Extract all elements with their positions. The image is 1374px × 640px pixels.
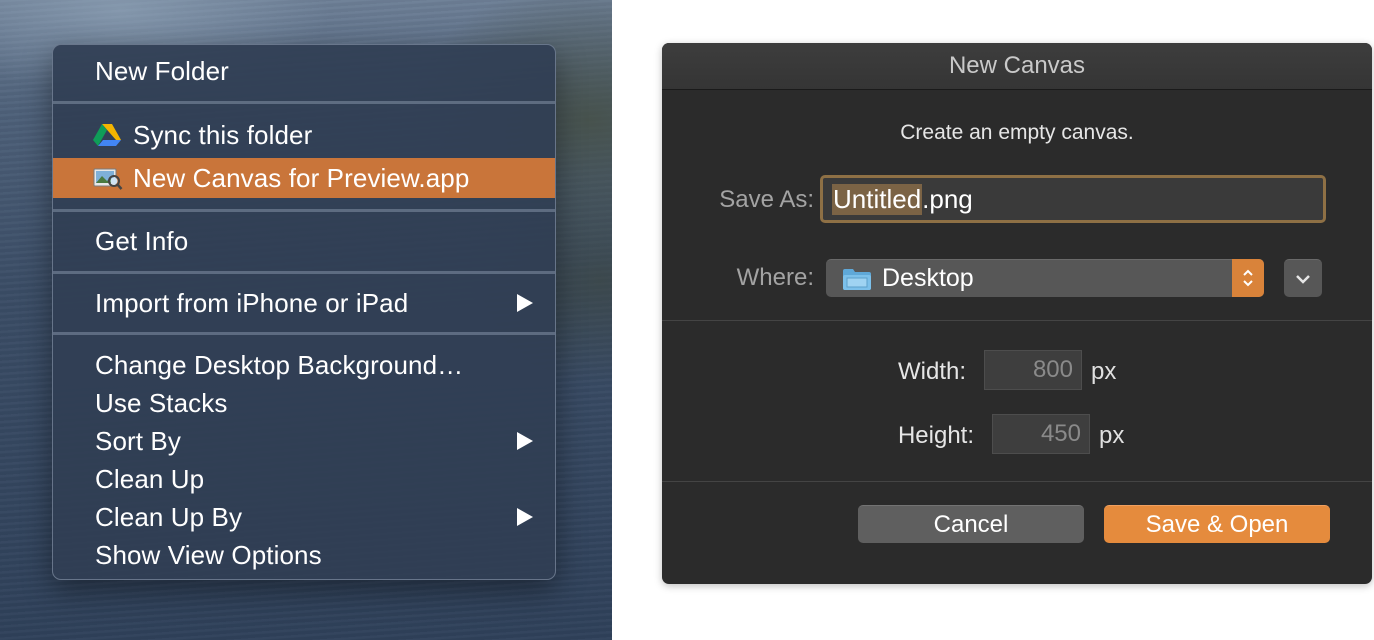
- menu-separator: [53, 101, 555, 104]
- where-value: Desktop: [882, 264, 974, 292]
- menu-item-import-iphone[interactable]: Import from iPhone or iPad: [53, 285, 555, 321]
- menu-separator: [53, 209, 555, 212]
- menu-item-sort-by[interactable]: Sort By: [53, 423, 555, 459]
- height-unit: px: [1099, 422, 1125, 449]
- dialog-subtitle: Create an empty canvas.: [900, 121, 1134, 144]
- height-input[interactable]: 450: [992, 414, 1090, 454]
- menu-item-label: Change Desktop Background…: [95, 349, 464, 380]
- folder-icon: [842, 267, 872, 291]
- menu-item-label: Get Info: [95, 225, 189, 256]
- where-label: Where:: [736, 264, 814, 291]
- expand-browser-button[interactable]: [1284, 259, 1322, 297]
- submenu-arrow-icon: [517, 432, 533, 450]
- save-and-open-button[interactable]: Save & Open: [1104, 505, 1330, 543]
- filename-extension-text: .png: [922, 183, 973, 214]
- cancel-button[interactable]: Cancel: [858, 505, 1084, 543]
- menu-item-get-info[interactable]: Get Info: [53, 223, 555, 259]
- menu-item-new-canvas[interactable]: New Canvas for Preview.app: [53, 158, 555, 198]
- divider: [662, 320, 1372, 321]
- menu-item-clean-up[interactable]: Clean Up: [53, 461, 555, 497]
- submenu-arrow-icon: [517, 508, 533, 526]
- menu-item-label: New Folder: [95, 55, 229, 86]
- desktop-context-menu: New Folder Sync this folder New Canvas f…: [52, 44, 556, 580]
- submenu-arrow-icon: [517, 294, 533, 312]
- width-label: Width:: [897, 358, 966, 385]
- menu-item-show-view-options[interactable]: Show View Options: [53, 537, 555, 573]
- selected-filename-text: Untitled: [832, 183, 923, 215]
- menu-separator: [53, 332, 555, 335]
- menu-item-label: Import from iPhone or iPad: [95, 287, 409, 318]
- menu-item-new-folder[interactable]: New Folder: [53, 53, 555, 89]
- width-input[interactable]: 800: [984, 350, 1082, 390]
- menu-item-sync-folder[interactable]: Sync this folder: [53, 117, 555, 153]
- menu-item-change-background[interactable]: Change Desktop Background…: [53, 347, 555, 383]
- save-as-label: Save As:: [719, 186, 814, 213]
- menu-item-label: Clean Up: [95, 463, 205, 494]
- preview-app-icon: [93, 165, 123, 191]
- dialog-titlebar: New Canvas: [662, 43, 1372, 90]
- new-canvas-dialog: New Canvas Create an empty canvas. Save …: [662, 43, 1372, 584]
- popup-stepper-icon: [1232, 259, 1264, 297]
- menu-item-use-stacks[interactable]: Use Stacks: [53, 385, 555, 421]
- menu-item-label: Sync this folder: [133, 119, 313, 150]
- menu-item-label: Sort By: [95, 425, 181, 456]
- menu-item-label: Show View Options: [95, 539, 322, 570]
- menu-item-label: Clean Up By: [95, 501, 243, 532]
- save-as-input[interactable]: Untitled .png: [820, 175, 1326, 223]
- height-label: Height:: [897, 422, 974, 449]
- where-popup-button[interactable]: Desktop: [826, 259, 1264, 297]
- menu-item-label: New Canvas for Preview.app: [133, 162, 470, 193]
- divider: [662, 481, 1372, 482]
- width-unit: px: [1091, 358, 1117, 385]
- menu-item-label: Use Stacks: [95, 387, 228, 418]
- menu-separator: [53, 271, 555, 274]
- chevron-down-icon: [1295, 274, 1311, 284]
- menu-item-clean-up-by[interactable]: Clean Up By: [53, 499, 555, 535]
- dialog-title: New Canvas: [948, 52, 1086, 79]
- google-drive-icon: [93, 122, 123, 148]
